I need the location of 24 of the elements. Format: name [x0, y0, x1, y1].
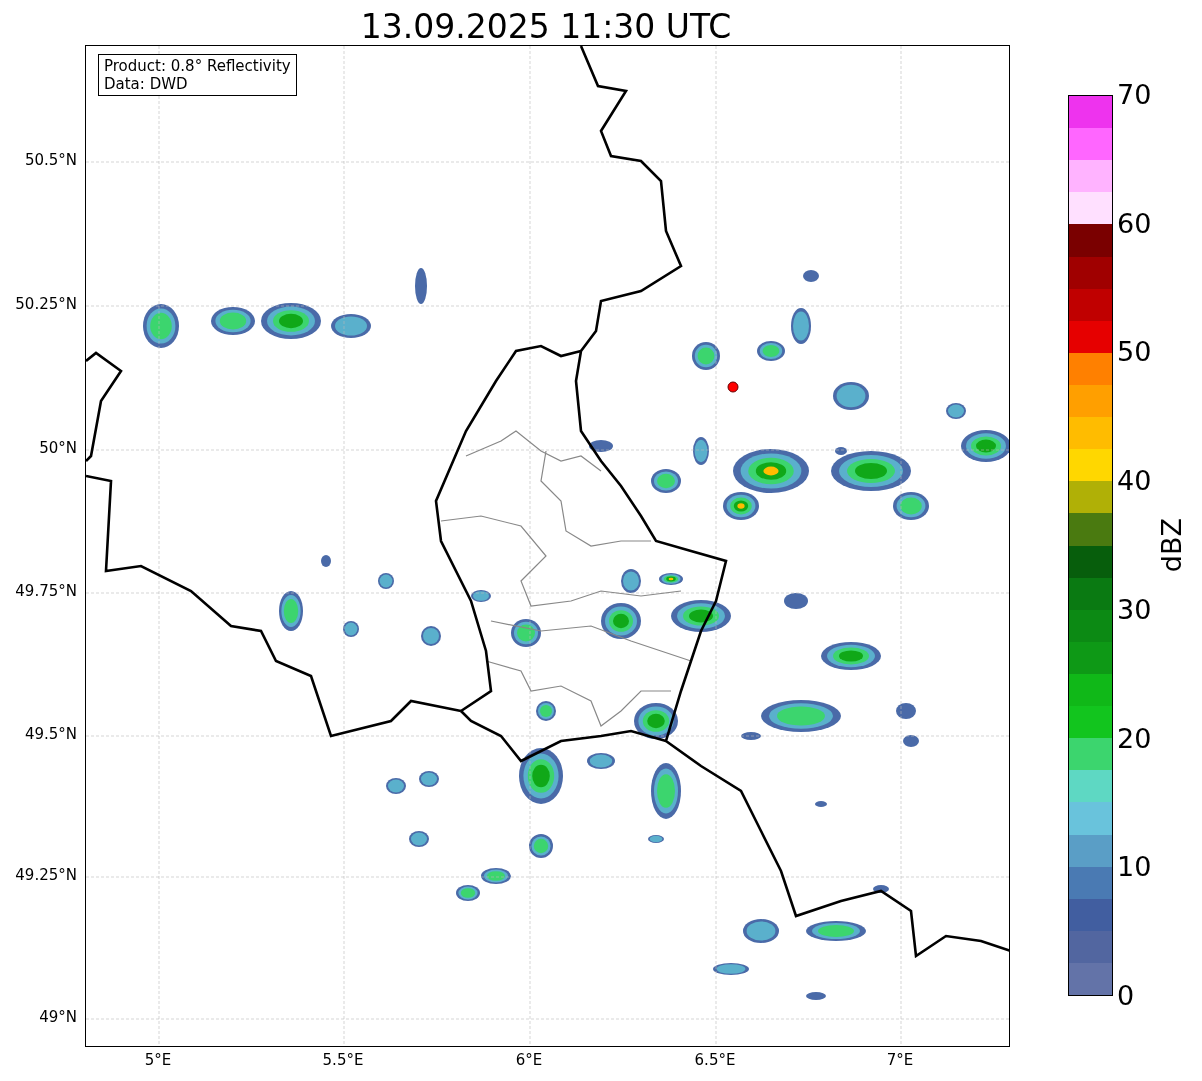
info-text: Product: 0.8° Reflectivity — [104, 57, 291, 75]
colorbar-tick-label: 70 — [1117, 81, 1152, 108]
chart-title: 13.09.2025 11:30 UTC — [360, 10, 732, 43]
colorbar-tick-label: 50 — [1117, 338, 1152, 366]
latitude-label: 49.25°N — [15, 868, 77, 883]
latitude-label: 49°N — [39, 1010, 77, 1025]
latitude-label: 49.5°N — [24, 727, 77, 742]
longitude-label: 6°E — [515, 1053, 543, 1068]
longitude-label: 5.5°E — [322, 1053, 364, 1068]
longitude-label: 7°E — [886, 1053, 914, 1068]
colorbar-label: dBZ — [1158, 518, 1185, 573]
colorbar-tick-label: 60 — [1117, 209, 1152, 237]
latitude-label: 49.75°N — [15, 584, 77, 599]
latitude-label: 50°N — [39, 441, 77, 456]
colorbar-tick-label: 0 — [1117, 982, 1135, 1009]
longitude-label: 5°E — [144, 1053, 172, 1068]
info-text: Data: DWD — [104, 75, 189, 93]
colorbar-tick-label: 20 — [1117, 724, 1152, 752]
colorbar-tick-label: 10 — [1117, 853, 1152, 881]
longitude-label: 6.5°E — [694, 1053, 736, 1068]
colorbar-tick-label: 40 — [1117, 467, 1152, 495]
latitude-label: 50.25°N — [15, 297, 77, 312]
colorbar-tick-label: 30 — [1117, 595, 1152, 623]
latitude-label: 50.5°N — [24, 153, 77, 168]
